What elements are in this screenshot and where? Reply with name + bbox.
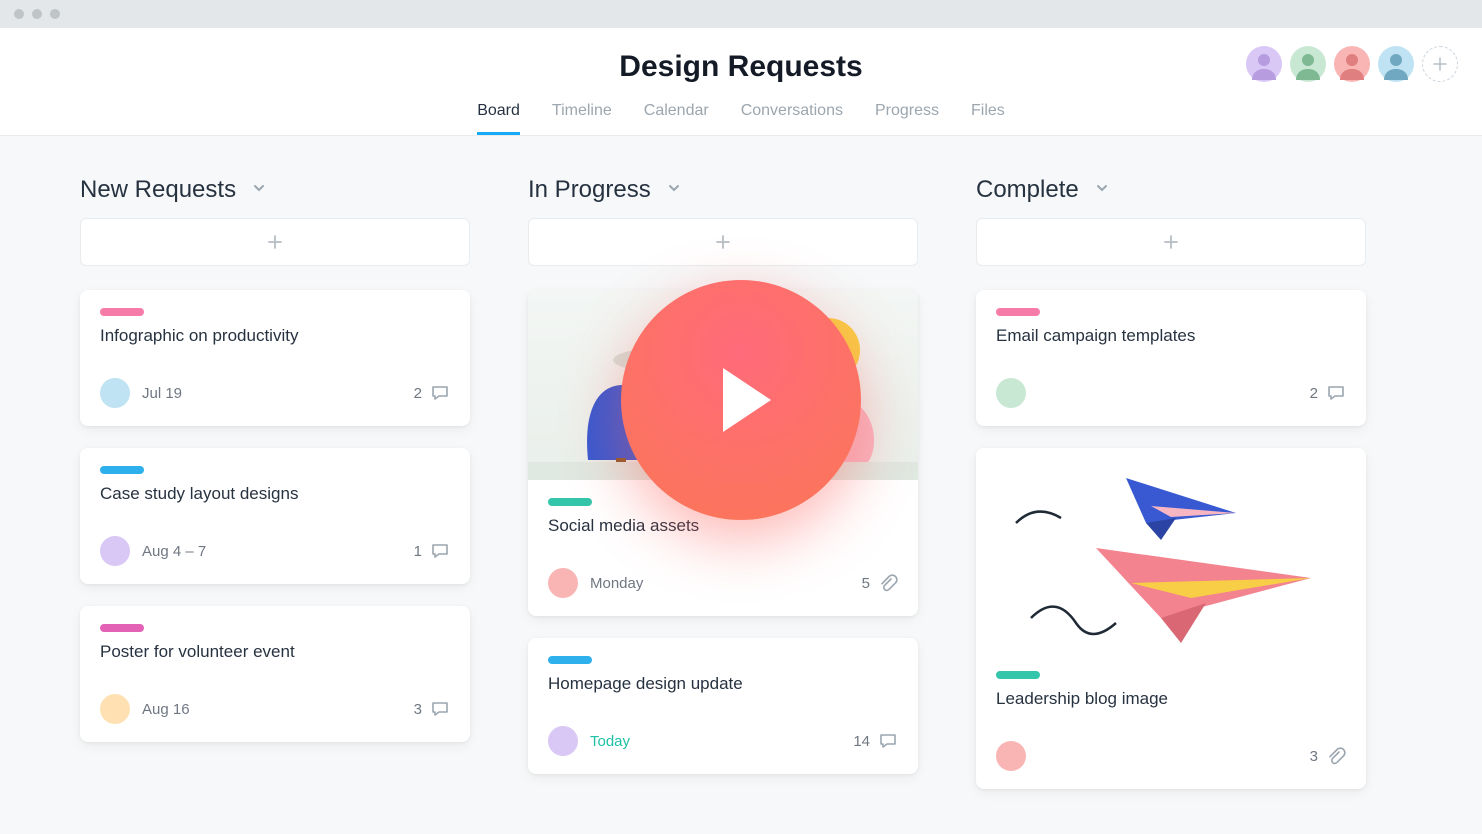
add-member-button[interactable] xyxy=(1422,46,1458,82)
plus-icon xyxy=(714,233,732,251)
assignee-avatar[interactable] xyxy=(100,536,130,566)
assignee-avatar[interactable] xyxy=(100,694,130,724)
card-title: Social media assets xyxy=(548,516,898,536)
comment-count[interactable]: 14 xyxy=(853,731,898,751)
color-tag xyxy=(996,671,1040,679)
assignee-avatar[interactable] xyxy=(548,726,578,756)
color-tag xyxy=(996,308,1040,316)
task-card[interactable]: Case study layout designs Aug 4 – 7 1 xyxy=(80,448,470,584)
task-card[interactable]: Infographic on productivity Jul 19 2 xyxy=(80,290,470,426)
chevron-down-icon xyxy=(1095,181,1109,200)
card-title: Email campaign templates xyxy=(996,326,1346,346)
column-header[interactable]: Complete xyxy=(976,176,1366,204)
tab-progress[interactable]: Progress xyxy=(875,102,939,135)
column-new-requests: New Requests Infographic on productivity… xyxy=(80,176,470,811)
person-icon xyxy=(1246,46,1282,82)
column-header[interactable]: New Requests xyxy=(80,176,470,204)
tab-conversations[interactable]: Conversations xyxy=(741,102,843,135)
task-card[interactable]: Email campaign templates 2 xyxy=(976,290,1366,426)
attachment-count[interactable]: 5 xyxy=(862,573,898,593)
comment-count[interactable]: 1 xyxy=(414,541,450,561)
person-icon xyxy=(1378,46,1414,82)
attachment-count[interactable]: 3 xyxy=(1310,746,1346,766)
traffic-light-close[interactable] xyxy=(14,9,24,19)
color-tag xyxy=(100,624,144,632)
comment-icon xyxy=(430,383,450,403)
person-icon xyxy=(1290,46,1326,82)
tab-calendar[interactable]: Calendar xyxy=(644,102,709,135)
comment-count[interactable]: 3 xyxy=(414,699,450,719)
color-tag xyxy=(100,308,144,316)
due-date: Aug 4 – 7 xyxy=(142,543,402,560)
tab-timeline[interactable]: Timeline xyxy=(552,102,612,135)
comment-count[interactable]: 2 xyxy=(414,383,450,403)
traffic-light-max[interactable] xyxy=(50,9,60,19)
attachment-icon xyxy=(1326,746,1346,766)
tab-files[interactable]: Files xyxy=(971,102,1005,135)
add-card-button[interactable] xyxy=(976,218,1366,266)
task-card[interactable]: Homepage design update Today 14 xyxy=(528,638,918,774)
task-card[interactable]: Poster for volunteer event Aug 16 3 xyxy=(80,606,470,742)
column-title: In Progress xyxy=(528,176,651,204)
assignee-avatar[interactable] xyxy=(100,378,130,408)
person-icon xyxy=(1334,46,1370,82)
comment-icon xyxy=(430,541,450,561)
collaborator-avatars xyxy=(1246,46,1458,82)
window-chrome xyxy=(0,0,1482,28)
due-date: Aug 16 xyxy=(142,701,402,718)
column-title: Complete xyxy=(976,176,1079,204)
column-header[interactable]: In Progress xyxy=(528,176,918,204)
color-tag xyxy=(548,656,592,664)
comment-count[interactable]: 2 xyxy=(1310,383,1346,403)
add-card-button[interactable] xyxy=(528,218,918,266)
due-date: Today xyxy=(590,733,841,750)
add-card-button[interactable] xyxy=(80,218,470,266)
play-icon xyxy=(723,368,771,432)
card-title: Case study layout designs xyxy=(100,484,450,504)
avatar[interactable] xyxy=(1290,46,1326,82)
traffic-light-min[interactable] xyxy=(32,9,42,19)
due-date: Jul 19 xyxy=(142,385,402,402)
comment-icon xyxy=(1326,383,1346,403)
comment-icon xyxy=(430,699,450,719)
app-header: Design Requests Board Timeline Calendar … xyxy=(0,28,1482,136)
color-tag xyxy=(548,498,592,506)
column-complete: Complete Email campaign templates 2 xyxy=(976,176,1366,811)
avatar[interactable] xyxy=(1246,46,1282,82)
attachment-icon xyxy=(878,573,898,593)
chevron-down-icon xyxy=(667,181,681,200)
plus-icon xyxy=(266,233,284,251)
view-tabs: Board Timeline Calendar Conversations Pr… xyxy=(0,102,1482,135)
card-title: Infographic on productivity xyxy=(100,326,450,346)
assignee-avatar[interactable] xyxy=(548,568,578,598)
color-tag xyxy=(100,466,144,474)
card-title: Homepage design update xyxy=(548,674,898,694)
chevron-down-icon xyxy=(252,181,266,200)
plus-icon xyxy=(1432,56,1448,72)
column-title: New Requests xyxy=(80,176,236,204)
card-title: Poster for volunteer event xyxy=(100,642,450,662)
plus-icon xyxy=(1162,233,1180,251)
assignee-avatar[interactable] xyxy=(996,741,1026,771)
assignee-avatar[interactable] xyxy=(996,378,1026,408)
card-title: Leadership blog image xyxy=(996,689,1346,709)
due-date: Monday xyxy=(590,575,850,592)
comment-icon xyxy=(878,731,898,751)
avatar[interactable] xyxy=(1334,46,1370,82)
play-video-button[interactable] xyxy=(621,280,861,520)
card-cover-illustration xyxy=(976,448,1366,653)
tab-board[interactable]: Board xyxy=(477,102,520,135)
avatar[interactable] xyxy=(1378,46,1414,82)
task-card[interactable]: Leadership blog image 3 xyxy=(976,448,1366,789)
